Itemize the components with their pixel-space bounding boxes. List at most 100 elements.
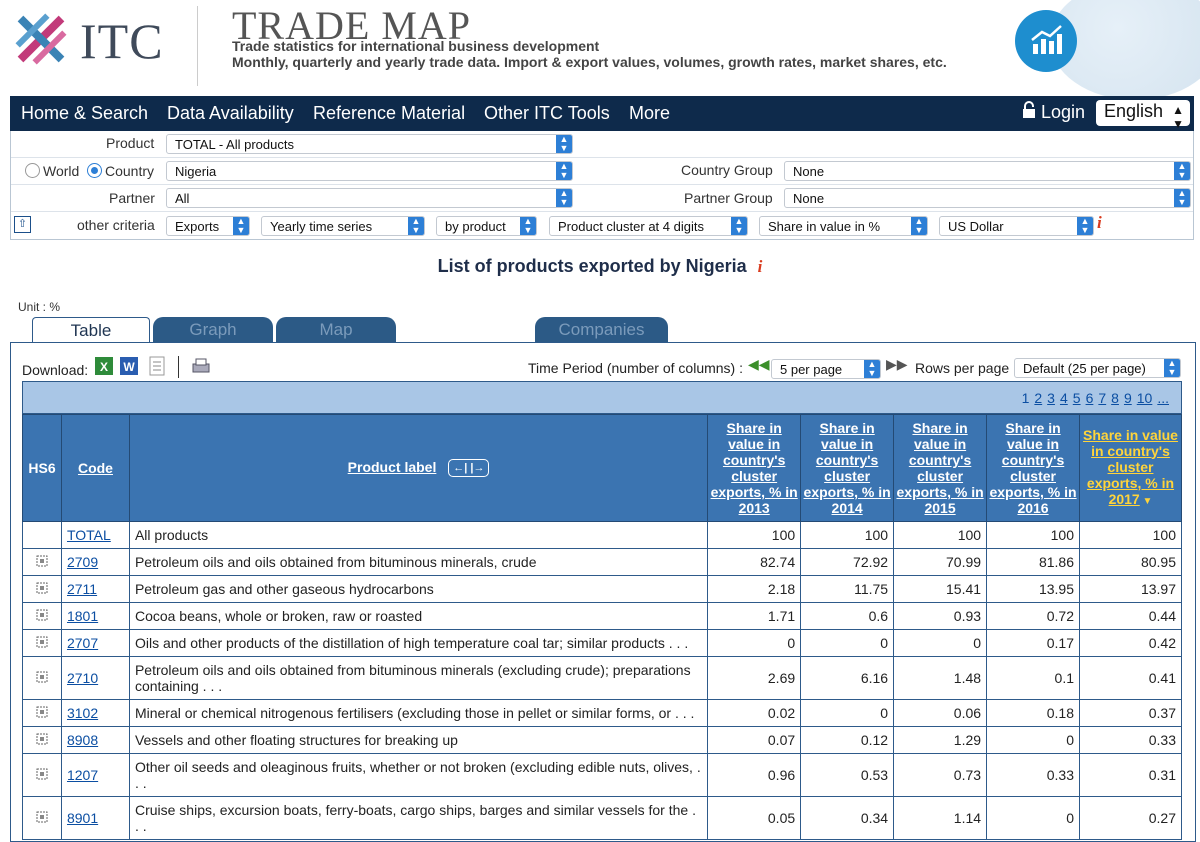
drilldown-icon[interactable] [35,732,49,746]
by-select[interactable]: by product ▲ ▼ [436,216,537,236]
code-sort-link[interactable]: Code [78,460,113,476]
next-columns-icon[interactable]: ▶▶ [886,356,908,373]
currency-select[interactable]: US Dollar ▲ ▼ [939,216,1094,236]
product-code-link[interactable]: 8901 [67,810,98,826]
hs6-cell[interactable] [22,548,62,576]
code-cell[interactable]: 2711 [60,575,130,603]
time-series-select[interactable]: Yearly time series ▲ ▼ [261,216,425,236]
hs6-cell[interactable] [22,629,62,657]
year-2017-sort-link[interactable]: Share in value in country's cluster expo… [1083,427,1178,507]
year-2015-sort-link[interactable]: Share in value in country's cluster expo… [897,420,984,516]
page-link[interactable]: 6 [1086,390,1094,406]
year-2017-header[interactable]: Share in value in country's cluster expo… [1079,414,1182,522]
country-select[interactable]: Nigeria ▲ ▼ [166,161,573,181]
time-period-select[interactable]: 5 per page ▲ ▼ [771,359,881,379]
hs6-cell[interactable] [22,602,62,630]
code-cell[interactable]: TOTAL [60,521,130,549]
partner-group-select[interactable]: None ▲ ▼ [784,188,1191,208]
country-radio[interactable] [87,163,102,178]
code-cell[interactable]: 2707 [60,629,130,657]
drilldown-icon[interactable] [35,705,49,719]
product-label-sort-link[interactable]: Product label [348,459,437,475]
nav-other-itc-tools[interactable]: Other ITC Tools [484,103,610,124]
nav-data-availability[interactable]: Data Availability [167,103,294,124]
drilldown-icon[interactable] [35,581,49,595]
country-group-select[interactable]: None ▲ ▼ [784,161,1191,181]
rows-per-page-select[interactable]: Default (25 per page) ▲ ▼ [1014,358,1181,378]
year-2014-header[interactable]: Share in value in country's cluster expo… [800,414,895,522]
product-code-link[interactable]: 2707 [67,635,98,651]
page-link[interactable]: 4 [1060,390,1068,406]
page-link[interactable]: 7 [1098,390,1106,406]
tab-companies[interactable]: Companies [535,317,668,343]
product-select[interactable]: TOTAL - All products ▲ ▼ [166,134,573,154]
code-cell[interactable]: 1207 [60,753,130,797]
product-code-link[interactable]: 3102 [67,705,98,721]
tab-table[interactable]: Table [32,317,150,343]
flow-select[interactable]: Exports ▲ ▼ [166,216,250,236]
product-code-link[interactable]: 2710 [67,670,98,686]
hs6-cell[interactable] [22,753,62,797]
nav-more[interactable]: More [629,103,670,124]
code-header[interactable]: Code [60,414,130,522]
product-code-link[interactable]: 2709 [67,554,98,570]
code-cell[interactable]: 3102 [60,699,130,727]
product-code-link[interactable]: 2711 [67,581,97,597]
drilldown-icon[interactable] [35,635,49,649]
cluster-select[interactable]: Product cluster at 4 digits ▲ ▼ [549,216,748,236]
product-label-header[interactable]: Product label ←| |→ [128,414,709,522]
itc-logo-icon[interactable] [10,8,72,70]
year-2014-sort-link[interactable]: Share in value in country's cluster expo… [804,420,891,516]
login-button[interactable]: Login [1022,101,1085,123]
world-radio[interactable] [25,163,40,178]
page-link[interactable]: 10 [1137,390,1153,406]
product-code-link[interactable]: TOTAL [67,527,111,543]
page-link[interactable]: 3 [1047,390,1055,406]
year-2016-sort-link[interactable]: Share in value in country's cluster expo… [989,420,1076,516]
code-cell[interactable]: 2710 [60,656,130,700]
page-link[interactable]: ... [1157,390,1169,406]
indicator-select[interactable]: Share in value in % ▲ ▼ [759,216,928,236]
year-2013-header[interactable]: Share in value in country's cluster expo… [707,414,802,522]
drilldown-icon[interactable] [35,767,49,781]
collapse-up-icon[interactable]: ⇧ [14,216,31,233]
year-2015-header[interactable]: Share in value in country's cluster expo… [893,414,988,522]
page-link[interactable]: 8 [1111,390,1119,406]
partner-select[interactable]: All ▲ ▼ [166,188,573,208]
hs6-cell[interactable] [22,656,62,700]
hs6-cell[interactable] [22,796,62,840]
page-link[interactable]: 2 [1034,390,1042,406]
page-link[interactable]: 5 [1073,390,1081,406]
drilldown-icon[interactable] [35,608,49,622]
year-2013-sort-link[interactable]: Share in value in country's cluster expo… [711,420,798,516]
language-select[interactable]: English ▲ ▼ [1096,100,1190,131]
print-icon[interactable] [191,356,211,376]
code-cell[interactable]: 8901 [60,796,130,840]
info-icon[interactable]: i [1097,213,1102,233]
code-cell[interactable]: 1801 [60,602,130,630]
drilldown-icon[interactable] [35,670,49,684]
product-code-link[interactable]: 1801 [67,608,98,624]
excel-download-icon[interactable]: X [94,356,114,376]
code-cell[interactable]: 8908 [60,726,130,754]
previous-columns-icon[interactable]: ◀◀ [748,356,770,373]
tab-graph[interactable]: Graph [153,317,273,343]
page-link[interactable]: 1 [1022,390,1030,406]
hs6-cell[interactable] [22,699,62,727]
hs6-cell[interactable] [22,575,62,603]
hs6-cell[interactable] [22,726,62,754]
expand-column-icon[interactable]: ←| |→ [448,459,490,478]
nav-home-search[interactable]: Home & Search [21,103,148,124]
year-2016-header[interactable]: Share in value in country's cluster expo… [986,414,1080,522]
tab-map[interactable]: Map [276,317,396,343]
info-icon[interactable]: i [758,257,763,276]
product-code-link[interactable]: 1207 [67,767,98,783]
text-download-icon[interactable] [147,356,167,376]
drilldown-icon[interactable] [35,810,49,824]
code-cell[interactable]: 2709 [60,548,130,576]
product-code-link[interactable]: 8908 [67,732,98,748]
word-download-icon[interactable]: W [119,356,139,376]
drilldown-icon[interactable] [35,554,49,568]
nav-reference-material[interactable]: Reference Material [313,103,465,124]
page-link[interactable]: 9 [1124,390,1132,406]
